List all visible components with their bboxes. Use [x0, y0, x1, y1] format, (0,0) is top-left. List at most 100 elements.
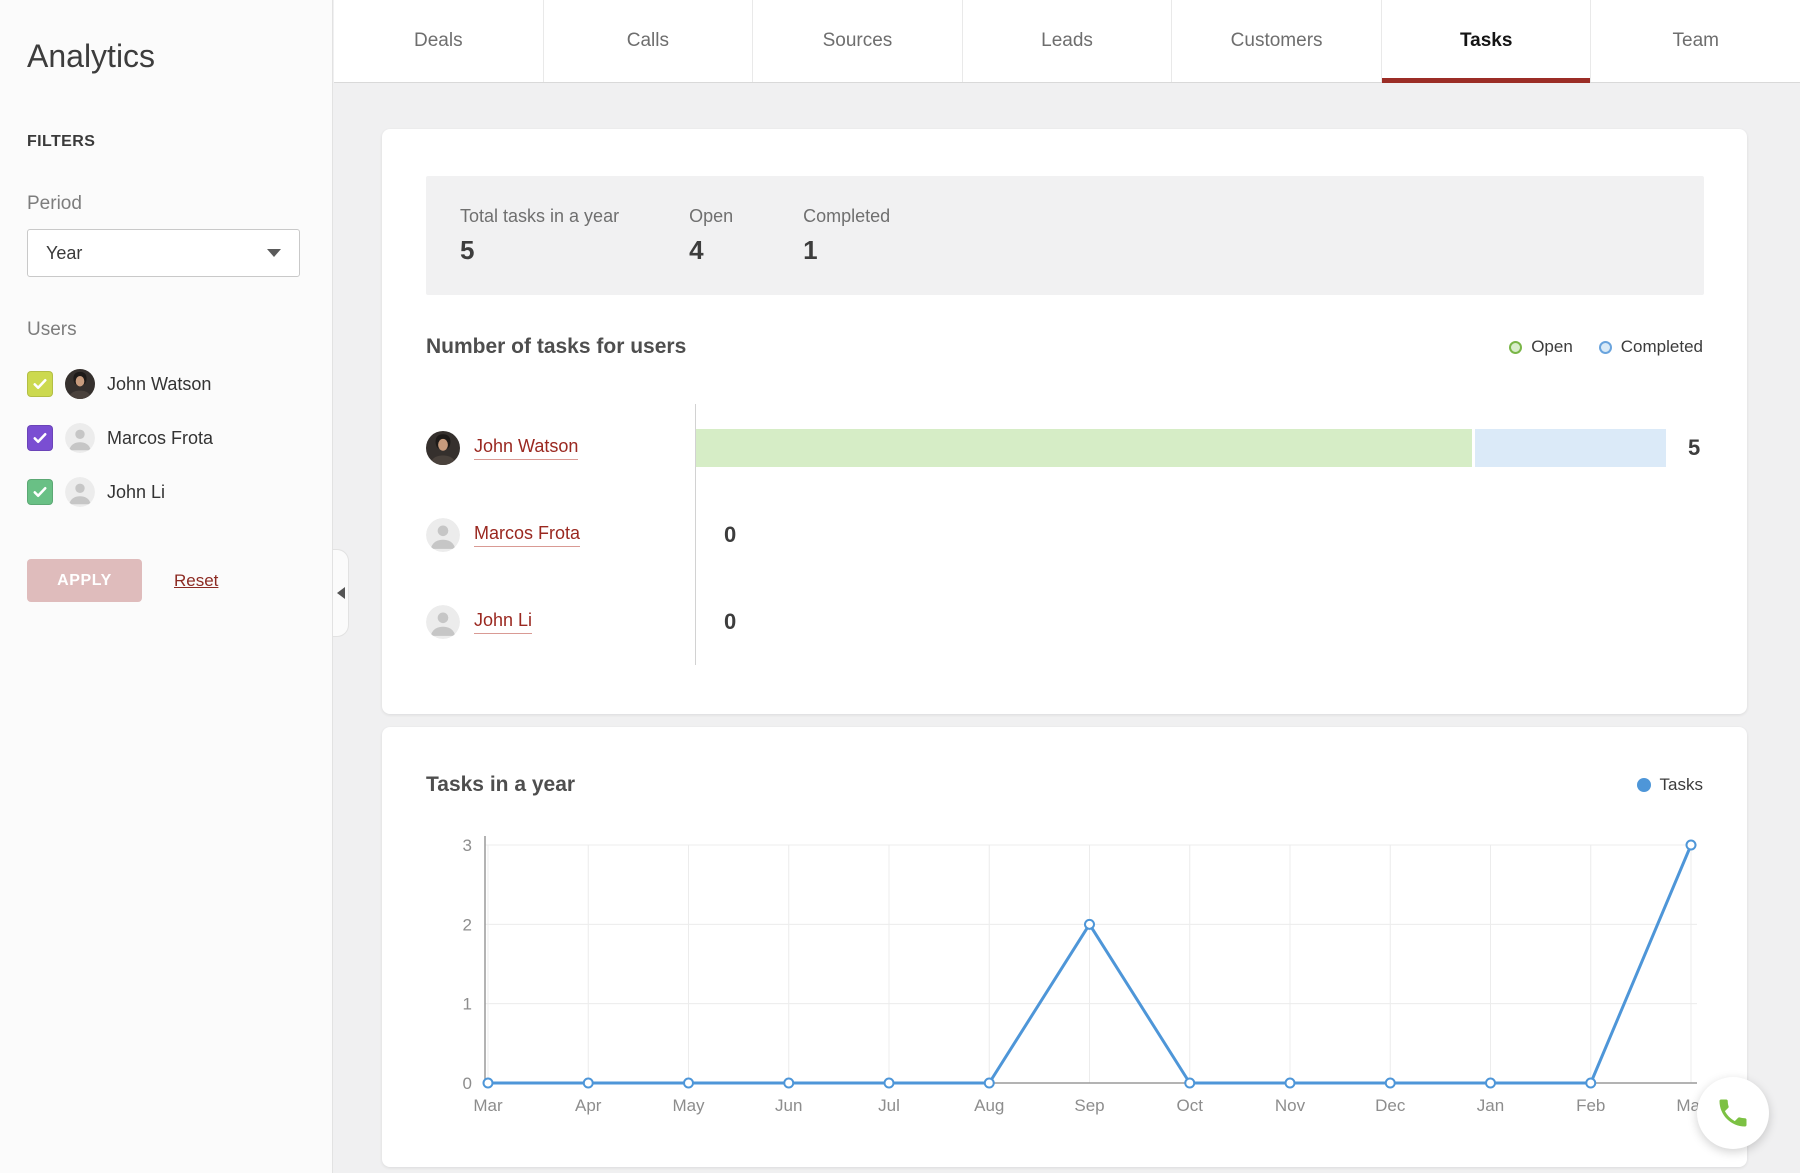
tasks-per-user-bar-chart: John Watson 5 Marcos Frota 0 — [426, 404, 1703, 666]
bar-row-marcos-frota: Marcos Frota 0 — [426, 491, 1703, 578]
bar-track: 0 — [695, 491, 1703, 578]
bar-row-user: John Li — [426, 605, 695, 639]
x-tick-label-feb-11: Feb — [1576, 1096, 1605, 1115]
y-tick-label: 1 — [463, 995, 472, 1014]
avatar-placeholder — [65, 423, 95, 453]
tab-calls[interactable]: Calls — [544, 0, 754, 82]
check-icon — [31, 483, 49, 501]
line-chart-title: Tasks in a year — [426, 773, 575, 797]
bar-segment-open[interactable] — [696, 429, 1472, 467]
x-tick-label-dec-9: Dec — [1375, 1096, 1406, 1115]
x-tick-label-jul-4: Jul — [878, 1096, 900, 1115]
sidebar-collapse-handle[interactable] — [333, 549, 349, 637]
y-tick-label: 0 — [463, 1074, 472, 1093]
data-point-nov-8[interactable] — [1286, 1079, 1295, 1088]
bar-chart-title: Number of tasks for users — [426, 335, 686, 359]
x-tick-label-sep-6: Sep — [1074, 1096, 1104, 1115]
page-title: Analytics — [27, 38, 332, 75]
filters-heading: FILTERS — [27, 133, 332, 151]
stat-value: 1 — [803, 235, 890, 266]
user-filter-name: John Li — [107, 482, 165, 503]
tasks-line-chart: 0 1 2 3 Mar Apr May Jun Jul Aug Sep Oct Nov Dec Jan Feb… — [442, 827, 1732, 1127]
stat-value: 4 — [689, 235, 733, 266]
tab-deals[interactable]: Deals — [334, 0, 544, 82]
user-checkbox-marcos-frota[interactable] — [27, 425, 53, 451]
user-filter-row-john-li: John Li — [27, 465, 332, 519]
bar-row-john-watson: John Watson 5 — [426, 404, 1703, 491]
x-tick-label-jan-10: Jan — [1477, 1096, 1504, 1115]
chevron-down-icon — [267, 249, 281, 257]
x-tick-label-aug-5: Aug — [974, 1096, 1004, 1115]
bar-value: 0 — [724, 522, 736, 548]
data-point-may-2[interactable] — [684, 1079, 693, 1088]
period-select[interactable]: Year — [27, 229, 300, 277]
user-link[interactable]: Marcos Frota — [474, 523, 580, 547]
x-tick-label-apr-1: Apr — [575, 1096, 602, 1115]
stat-label: Open — [689, 206, 733, 227]
bar-value: 5 — [1688, 435, 1700, 461]
tab-leads[interactable]: Leads — [963, 0, 1173, 82]
user-link[interactable]: John Watson — [474, 436, 578, 460]
legend-swatch-open — [1509, 341, 1522, 354]
line-chart-legend: Tasks — [1637, 775, 1703, 795]
x-tick-label-oct-7: Oct — [1177, 1096, 1204, 1115]
avatar-placeholder — [426, 605, 460, 639]
users-label: Users — [27, 319, 332, 341]
x-tick-label-mar-0: Mar — [473, 1096, 503, 1115]
tasks-stats-box: Total tasks in a year 5 Open 4 Completed… — [426, 176, 1704, 295]
legend-swatch-completed — [1599, 341, 1612, 354]
stat-completed-tasks: Completed 1 — [803, 206, 890, 266]
check-icon — [31, 429, 49, 447]
data-point-sep-6[interactable] — [1085, 920, 1094, 929]
data-point-jul-4[interactable] — [885, 1079, 894, 1088]
legend-swatch-tasks — [1637, 778, 1651, 792]
tab-tasks[interactable]: Tasks — [1382, 0, 1592, 82]
stat-label: Completed — [803, 206, 890, 227]
stat-total-tasks: Total tasks in a year 5 — [460, 206, 619, 266]
period-label: Period — [27, 193, 332, 215]
check-icon — [31, 375, 49, 393]
data-point-jan-10[interactable] — [1486, 1079, 1495, 1088]
data-point-jun-3[interactable] — [784, 1079, 793, 1088]
data-point-feb-11[interactable] — [1586, 1079, 1595, 1088]
bar-row-user: John Watson — [426, 431, 695, 465]
user-filter-row-marcos-frota: Marcos Frota — [27, 411, 332, 465]
data-point-mar-12[interactable] — [1687, 841, 1696, 850]
users-filter-list: John Watson Marcos Frota John Li — [0, 357, 332, 519]
analytics-tabbar: Deals Calls Sources Leads Customers Task… — [334, 0, 1800, 83]
avatar-photo — [65, 369, 95, 399]
bar-track: 0 — [695, 578, 1703, 665]
avatar-photo — [426, 431, 460, 465]
filters-sidebar: Analytics FILTERS Period Year Users John… — [0, 0, 333, 1173]
x-tick-label-nov-8: Nov — [1275, 1096, 1306, 1115]
bar-row-user: Marcos Frota — [426, 518, 695, 552]
stat-label: Total tasks in a year — [460, 206, 619, 227]
phone-call-fab[interactable] — [1697, 1077, 1769, 1149]
bar-chart-legend: Open Completed — [1509, 337, 1703, 357]
stat-open-tasks: Open 4 — [689, 206, 733, 266]
tab-team[interactable]: Team — [1591, 0, 1800, 82]
data-point-aug-5[interactable] — [985, 1079, 994, 1088]
avatar-placeholder — [426, 518, 460, 552]
data-point-dec-9[interactable] — [1386, 1079, 1395, 1088]
bar-row-john-li: John Li 0 — [426, 578, 1703, 665]
y-tick-label: 2 — [463, 915, 472, 934]
reset-link[interactable]: Reset — [174, 571, 218, 591]
x-tick-label-may-2: May — [672, 1096, 705, 1115]
data-point-oct-7[interactable] — [1185, 1079, 1194, 1088]
bar-segment-completed[interactable] — [1475, 429, 1666, 467]
data-point-apr-1[interactable] — [584, 1079, 593, 1088]
data-point-mar-0[interactable] — [484, 1079, 493, 1088]
tasks-line-chart-svg: 0 1 2 3 Mar Apr May Jun Jul Aug Sep Oct Nov Dec Jan Feb… — [442, 827, 1732, 1127]
legend-item-open: Open — [1509, 337, 1573, 357]
tab-sources[interactable]: Sources — [753, 0, 963, 82]
apply-button[interactable]: APPLY — [27, 559, 142, 602]
user-checkbox-john-li[interactable] — [27, 479, 53, 505]
user-checkbox-john-watson[interactable] — [27, 371, 53, 397]
x-tick-label-jun-3: Jun — [775, 1096, 802, 1115]
user-link[interactable]: John Li — [474, 610, 532, 634]
user-filter-row-john-watson: John Watson — [27, 357, 332, 411]
tasks-in-year-card: Tasks in a year Tasks 0 1 2 3 Mar Apr May Jun Ju… — [382, 727, 1747, 1167]
tab-customers[interactable]: Customers — [1172, 0, 1382, 82]
y-tick-label: 3 — [463, 836, 472, 855]
